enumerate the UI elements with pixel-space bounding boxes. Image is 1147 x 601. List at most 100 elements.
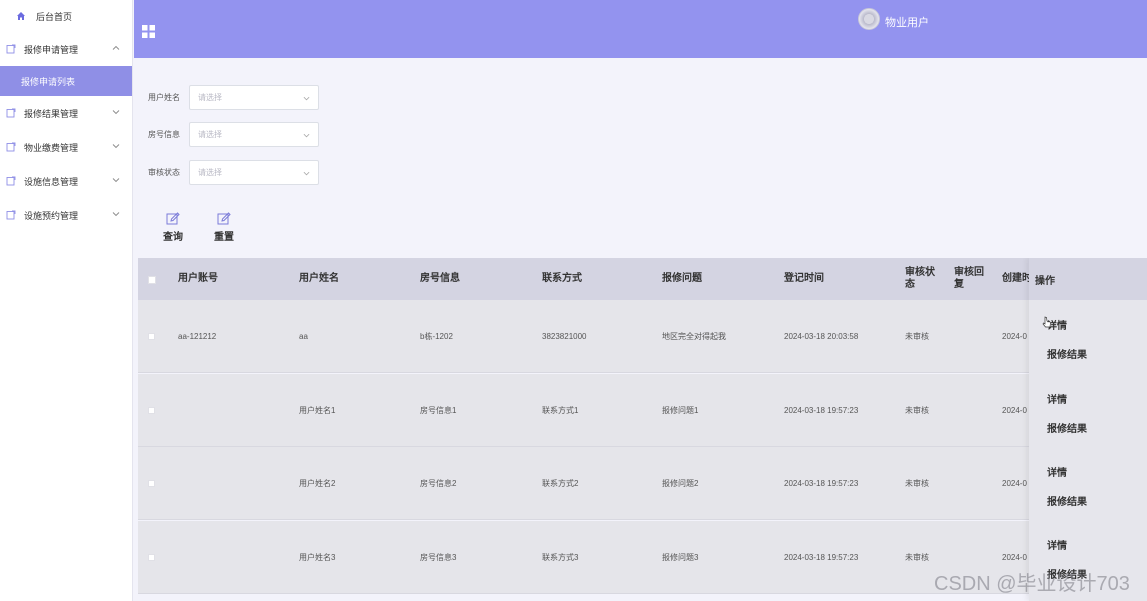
- audit-status-select[interactable]: 请选择: [189, 160, 319, 185]
- cell-phone: 联系方式3: [542, 553, 579, 562]
- room-info-select[interactable]: 请选择: [189, 122, 319, 147]
- cell-time: 2024-03-18 19:57:23: [784, 553, 859, 562]
- sidebar-item-label: 设施信息管理: [24, 176, 79, 187]
- search-button[interactable]: 查询: [158, 212, 188, 243]
- mouse-cursor-icon: [1042, 316, 1051, 328]
- reset-button[interactable]: 重置: [209, 212, 239, 243]
- cell-status: 未审核: [905, 332, 929, 341]
- column-header-status: 审核状 态: [905, 267, 935, 290]
- cell-name: aa: [299, 332, 308, 341]
- cell-created: 2024-0: [1002, 406, 1027, 415]
- sidebar-item-property-fee[interactable]: 物业缴费管理: [0, 130, 132, 164]
- avatar[interactable]: [858, 8, 880, 30]
- cell-issue: 报修问题2: [662, 479, 699, 488]
- document-icon: [6, 210, 16, 220]
- cell-time: 2024-03-18 20:03:58: [784, 332, 859, 341]
- filter-audit-status: 审核状态 请选择: [148, 160, 319, 185]
- column-header-room: 房号信息: [420, 273, 460, 284]
- row-checkbox[interactable]: [148, 333, 155, 340]
- select-placeholder: 请选择: [198, 130, 222, 139]
- row-checkbox[interactable]: [148, 407, 155, 414]
- cell-phone: 联系方式2: [542, 479, 579, 488]
- cell-name: 用户姓名2: [299, 479, 336, 488]
- table-row: aa-121212 aa b栋-1202 3823821000 地区完全对得起我…: [138, 300, 1147, 373]
- sidebar-item-label: 物业缴费管理: [24, 142, 79, 153]
- cell-status: 未审核: [905, 406, 929, 415]
- cell-account: [178, 447, 288, 520]
- column-header-account: 用户账号: [178, 273, 218, 284]
- sidebar-item-facility-booking[interactable]: 设施预约管理: [0, 198, 132, 232]
- cell-account: [178, 374, 288, 447]
- user-name[interactable]: 物业用户: [885, 14, 929, 30]
- cell-created: 2024-0: [1002, 479, 1027, 488]
- document-icon: [6, 142, 16, 152]
- filter-room-info: 房号信息 请选择: [148, 122, 319, 147]
- chevron-down-icon: [303, 133, 310, 138]
- reset-button-label: 重置: [214, 232, 234, 243]
- cell-issue: 报修问题3: [662, 553, 699, 562]
- repair-apply-table: 用户账号 用户姓名 房号信息 联系方式 报修问题 登记时间 审核状 态 审核回 …: [138, 258, 1147, 601]
- edit-icon: [166, 212, 180, 225]
- sidebar: 后台首页 报修申请管理 报修申请列表 报修结果管理 物业缴费管理 设施信息管理 …: [0, 0, 133, 601]
- document-icon: [6, 44, 16, 54]
- document-icon: [6, 108, 16, 118]
- column-header-issue: 报修问题: [662, 273, 702, 284]
- cell-account: [178, 521, 288, 594]
- document-icon: [6, 176, 16, 186]
- sidebar-item-repair-result[interactable]: 报修结果管理: [0, 96, 132, 130]
- cell-room: 房号信息2: [420, 479, 457, 488]
- sidebar-sub-item-repair-list[interactable]: 报修申请列表: [0, 66, 132, 96]
- cell-issue: 报修问题1: [662, 406, 699, 415]
- column-header-name: 用户姓名: [299, 273, 339, 284]
- sidebar-item-facility-info[interactable]: 设施信息管理: [0, 164, 132, 198]
- detail-link[interactable]: 详情: [1047, 537, 1067, 552]
- cell-name: 用户姓名1: [299, 406, 336, 415]
- chevron-down-icon: [112, 110, 120, 115]
- grid-menu-icon[interactable]: [142, 25, 155, 38]
- filter-label: 用户姓名: [148, 93, 180, 102]
- cell-room: b栋-1202: [420, 332, 453, 341]
- row-checkbox[interactable]: [148, 554, 155, 561]
- cell-time: 2024-03-18 19:57:23: [784, 479, 859, 488]
- filter-label: 审核状态: [148, 168, 180, 177]
- sidebar-sub-item-label: 报修申请列表: [21, 76, 76, 87]
- detail-link[interactable]: 详情: [1047, 464, 1067, 479]
- top-header: 物业用户: [134, 0, 1147, 58]
- sidebar-item-label: 后台首页: [36, 11, 73, 22]
- column-header-created: 创建时: [1002, 273, 1032, 284]
- sidebar-item-home[interactable]: 后台首页: [0, 0, 132, 32]
- cell-reply: [954, 374, 994, 447]
- filter-label: 房号信息: [148, 130, 180, 139]
- detail-link[interactable]: 详情: [1047, 391, 1067, 406]
- chevron-up-icon: [112, 45, 120, 50]
- sidebar-item-label: 报修结果管理: [24, 108, 79, 119]
- select-placeholder: 请选择: [198, 168, 222, 177]
- cell-reply: [954, 300, 994, 373]
- search-button-label: 查询: [163, 232, 183, 243]
- sidebar-item-repair-apply[interactable]: 报修申请管理: [0, 32, 132, 66]
- table-header: 用户账号 用户姓名 房号信息 联系方式 报修问题 登记时间 审核状 态 审核回 …: [138, 258, 1147, 300]
- repair-result-link[interactable]: 报修结果: [1047, 493, 1087, 508]
- select-placeholder: 请选择: [198, 93, 222, 102]
- repair-result-link[interactable]: 报修结果: [1047, 346, 1087, 361]
- cell-status: 未审核: [905, 479, 929, 488]
- edit-icon: [217, 212, 231, 225]
- row-checkbox[interactable]: [148, 480, 155, 487]
- column-header-time: 登记时间: [784, 273, 824, 284]
- cell-room: 房号信息1: [420, 406, 457, 415]
- filter-user-name: 用户姓名 请选择: [148, 85, 319, 110]
- watermark: CSDN @毕业设计703: [934, 573, 1130, 595]
- table-row: 用户姓名1 房号信息1 联系方式1 报修问题1 2024-03-18 19:57…: [138, 374, 1147, 447]
- sidebar-item-label: 设施预约管理: [24, 210, 79, 221]
- column-header-operations: 操作: [1029, 258, 1147, 300]
- user-name-select[interactable]: 请选择: [189, 85, 319, 110]
- cell-created: 2024-0: [1002, 332, 1027, 341]
- cell-reply: [954, 447, 994, 520]
- table-row: 用户姓名2 房号信息2 联系方式2 报修问题2 2024-03-18 19:57…: [138, 447, 1147, 520]
- cell-issue: 地区完全对得起我: [662, 332, 726, 341]
- select-all-checkbox[interactable]: [148, 276, 156, 284]
- cell-phone: 联系方式1: [542, 406, 579, 415]
- repair-result-link[interactable]: 报修结果: [1047, 420, 1087, 435]
- cell-name: 用户姓名3: [299, 553, 336, 562]
- chevron-down-icon: [112, 178, 120, 183]
